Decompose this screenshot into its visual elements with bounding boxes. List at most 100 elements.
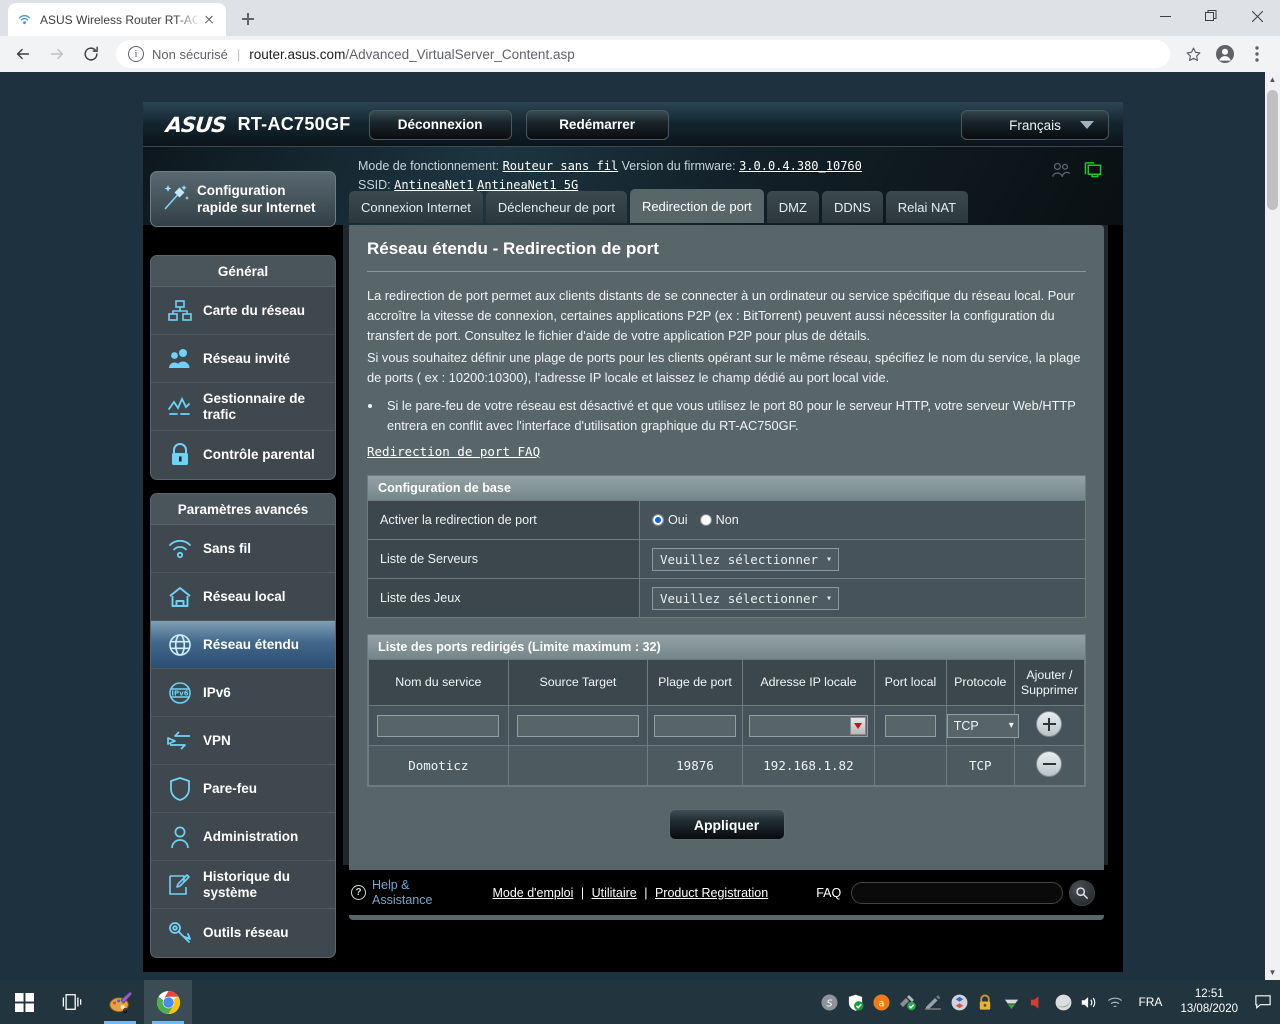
radio-no[interactable]: Non xyxy=(699,513,739,527)
home-icon xyxy=(163,585,197,609)
chevron-down-icon: ▾ xyxy=(826,592,833,604)
page-scrollbar[interactable]: ▲ ▼ xyxy=(1265,72,1280,980)
help-assistance[interactable]: ? Help & Assistance xyxy=(351,878,432,908)
protocol-value: TCP xyxy=(953,718,979,733)
keepass-icon[interactable] xyxy=(972,980,998,1024)
close-icon[interactable] xyxy=(1234,0,1280,32)
sidebar-item-reseau-invite[interactable]: Réseau invité xyxy=(151,335,335,383)
apply-button[interactable]: Appliquer xyxy=(668,809,785,840)
quick-setup-label: Configuration rapide sur Internet xyxy=(197,182,316,216)
footer-link-product-registration[interactable]: Product Registration xyxy=(655,886,768,900)
cell-protocol-select: TCP ▾ xyxy=(945,705,1019,746)
chrome-browser-window: ASUS Wireless Router RT-AC750G xyxy=(0,0,1280,980)
dropbox-icon[interactable] xyxy=(946,980,972,1024)
avast-icon[interactable]: a xyxy=(868,980,894,1024)
sidebar-item-label: Réseau étendu xyxy=(203,636,300,652)
site-info-icon[interactable]: i xyxy=(128,46,144,62)
clock-date: 13/08/2020 xyxy=(1180,1003,1238,1015)
sidebar-item-historique-du-systeme[interactable]: Historique du système xyxy=(151,861,335,909)
faq-search-input[interactable] xyxy=(851,881,1064,904)
sidebar-item-outils-reseau[interactable]: Outils réseau xyxy=(151,909,335,957)
tab-relai-nat[interactable]: Relai NAT xyxy=(885,191,969,223)
source-target-input[interactable] xyxy=(516,714,639,737)
nvidia-icon[interactable] xyxy=(1050,980,1076,1024)
scroll-down-arrow-icon[interactable]: ▼ xyxy=(1265,965,1280,980)
monitor-icon[interactable] xyxy=(1083,161,1103,183)
users-icon[interactable] xyxy=(1051,162,1071,183)
footer-link-utility[interactable]: Utilitaire xyxy=(592,886,637,900)
sidebar-item-sans-fil[interactable]: Sans fil xyxy=(151,525,335,573)
back-arrow-icon[interactable] xyxy=(8,39,38,69)
volume-icon[interactable] xyxy=(1076,980,1102,1024)
local-ip-input[interactable] xyxy=(749,714,868,737)
service-name-input[interactable] xyxy=(377,714,500,737)
operation-mode-value[interactable]: Routeur sans fil xyxy=(503,159,619,173)
tab-declencheur-de-port[interactable]: Déclencheur de port xyxy=(485,191,627,223)
taskbar-item-chrome[interactable] xyxy=(144,980,192,1024)
sidebar-item-reseau-local[interactable]: Réseau local xyxy=(151,573,335,621)
tab-connexion-internet[interactable]: Connexion Internet xyxy=(349,191,483,223)
tab-dmz[interactable]: DMZ xyxy=(766,191,819,223)
three-dots-icon[interactable] xyxy=(1242,39,1272,69)
chevron-down-icon[interactable] xyxy=(849,716,866,735)
taskbar-item-paint[interactable]: 6 xyxy=(96,980,144,1024)
radio-button-yes[interactable] xyxy=(652,514,664,526)
port-range-input[interactable] xyxy=(653,714,737,737)
port-forwarding-faq-link[interactable]: Redirection de port FAQ xyxy=(367,444,540,459)
sidebar-item-reseau-etendu[interactable]: Réseau étendu xyxy=(151,621,335,669)
windows-defender-icon[interactable] xyxy=(842,980,868,1024)
notification-icon[interactable] xyxy=(1246,980,1280,1024)
sidebar-item-pare-feu[interactable]: Pare-feu xyxy=(151,765,335,813)
wifi-icon[interactable] xyxy=(1102,980,1128,1024)
add-rule-button[interactable] xyxy=(1036,711,1063,737)
skype-icon[interactable]: S xyxy=(816,980,842,1024)
clock[interactable]: 12:51 13/08/2020 xyxy=(1172,987,1246,1017)
close-icon[interactable] xyxy=(200,11,218,29)
minimize-icon[interactable] xyxy=(1142,0,1188,32)
cell-source-target xyxy=(507,745,649,786)
protocol-select[interactable]: TCP ▾ xyxy=(946,713,1019,738)
reboot-button[interactable]: Redémarrer xyxy=(525,109,669,140)
browser-tab[interactable]: ASUS Wireless Router RT-AC750G xyxy=(8,3,226,36)
radio-button-no[interactable] xyxy=(699,514,712,526)
cell-service-name-input xyxy=(368,705,509,746)
sidebar-item-label: Administration xyxy=(203,828,299,844)
server-list-select[interactable]: Veuillez sélectionner ▾ xyxy=(652,547,840,571)
address-bar[interactable]: i Non sécurisé | router.asus.com/Advance… xyxy=(116,40,1170,68)
local-port-input[interactable] xyxy=(885,714,936,737)
pen-tablet-icon[interactable] xyxy=(920,980,946,1024)
sidebar-item-controle-parental[interactable]: Contrôle parental xyxy=(151,431,335,479)
scroll-up-arrow-icon[interactable]: ▲ xyxy=(1265,72,1280,87)
star-icon[interactable] xyxy=(1178,39,1208,69)
tab-ddns[interactable]: DDNS xyxy=(821,191,883,223)
utorrent-icon[interactable] xyxy=(998,980,1024,1024)
sidebar-item-carte-du-reseau[interactable]: Carte du réseau xyxy=(151,287,335,335)
scrollbar-thumb[interactable] xyxy=(1267,90,1278,210)
windows-logo-icon[interactable] xyxy=(0,980,48,1024)
delete-rule-button[interactable] xyxy=(1036,751,1063,777)
tools-icon[interactable] xyxy=(894,980,920,1024)
radio-yes[interactable]: Oui xyxy=(652,513,688,527)
sidebar-item-administration[interactable]: Administration xyxy=(151,813,335,861)
sidebar-item-vpn[interactable]: VPN xyxy=(151,717,335,765)
quick-internet-setup-button[interactable]: Configuration rapide sur Internet xyxy=(150,171,336,227)
magnifier-icon[interactable] xyxy=(1069,879,1096,906)
avatar-icon[interactable] xyxy=(1210,39,1240,69)
maximize-icon[interactable] xyxy=(1188,0,1234,32)
logout-button[interactable]: Déconnexion xyxy=(368,109,512,140)
mute-icon[interactable] xyxy=(1024,980,1050,1024)
footer-link-manual[interactable]: Mode d'emploi xyxy=(492,886,573,900)
sidebar-item-ipv6[interactable]: IPv6 IPv6 xyxy=(151,669,335,717)
input-language-indicator[interactable]: FRA xyxy=(1128,995,1172,1009)
game-list-select[interactable]: Veuillez sélectionner ▾ xyxy=(652,586,840,610)
tab-redirection-de-port[interactable]: Redirection de port xyxy=(629,189,764,223)
server-list-value: Veuillez sélectionner xyxy=(660,551,819,567)
firmware-value[interactable]: 3.0.0.4.380_10760 xyxy=(739,159,862,173)
cell-local-ip: 192.168.1.82 xyxy=(741,745,876,786)
clock-time: 12:51 xyxy=(1194,988,1224,1000)
task-view-icon[interactable] xyxy=(48,980,96,1024)
new-tab-button[interactable] xyxy=(234,5,262,33)
reload-icon[interactable] xyxy=(76,39,106,69)
language-selector[interactable]: Français xyxy=(961,110,1109,140)
sidebar-item-gestionnaire-de-trafic[interactable]: Gestionnaire de trafic xyxy=(151,383,335,431)
